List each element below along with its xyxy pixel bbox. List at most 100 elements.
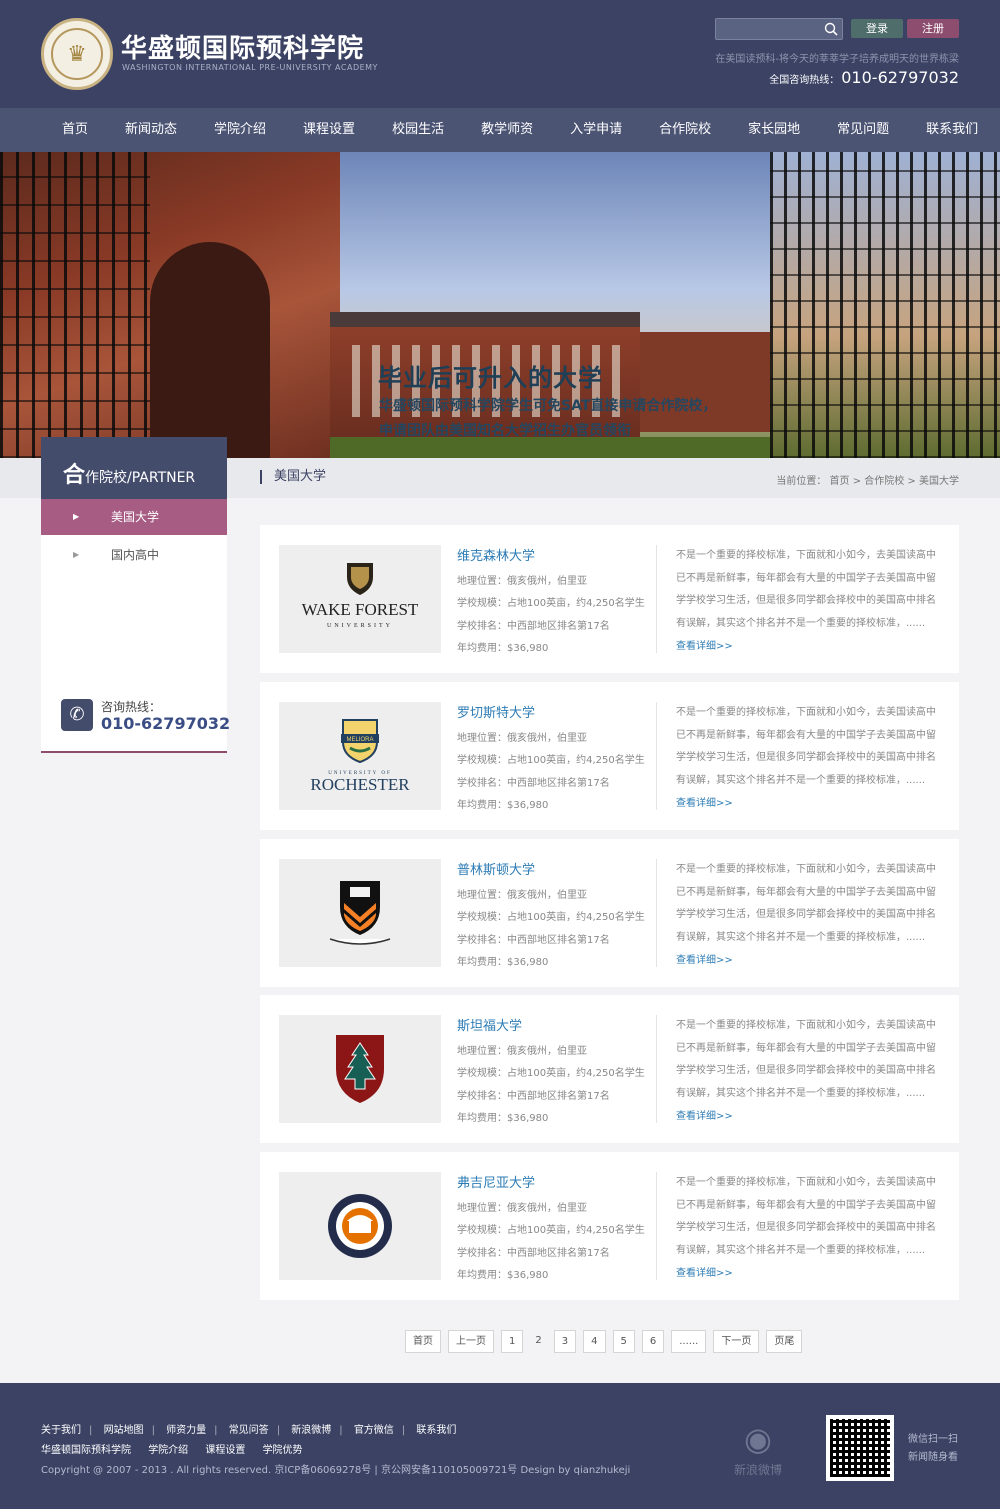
divider — [656, 545, 657, 653]
university-fee: 年均费用：$36,980 — [457, 1113, 549, 1124]
nav-courses[interactable]: 课程设置 — [285, 108, 374, 152]
university-rank: 学校排名：中西部地区排名第17名 — [457, 935, 610, 946]
university-description: 不是一个重要的择校标准，下面就和小如今，去美国读高中已不再是新鲜事，每年都会有大… — [676, 1177, 936, 1256]
sidebar-item-us-universities[interactable]: ▶ 美国大学 — [41, 499, 227, 535]
university-size: 学校规模：占地100英亩，约4,250名学生 — [457, 1225, 645, 1236]
view-details-link[interactable]: 查看详细>> — [676, 951, 733, 966]
banner-subtitle-2: 申请团队由美国知名大学招生办官员领衔 — [379, 423, 631, 439]
university-location: 地理位置：俄亥俄州，伯里亚 — [457, 733, 587, 744]
university-location: 地理位置：俄亥俄州，伯里亚 — [457, 576, 587, 587]
footer-link-wechat[interactable]: 官方微信 — [354, 1425, 394, 1436]
register-button[interactable]: 注册 — [907, 19, 959, 38]
crest-icon: ♛ — [51, 28, 103, 80]
university-fee: 年均费用：$36,980 — [457, 957, 549, 968]
university-name[interactable]: 弗吉尼亚大学 — [457, 1172, 535, 1191]
nav-faq[interactable]: 常见问题 — [819, 108, 908, 152]
stanford-logo[interactable] — [279, 1015, 441, 1123]
rochester-logo[interactable]: MELIORA UNIVERSITY OF ROCHESTER — [279, 702, 441, 810]
academy-seal-logo[interactable]: ♛ — [41, 18, 113, 90]
page-first[interactable]: 首页 — [405, 1330, 441, 1353]
nav-campus-life[interactable]: 校园生活 — [374, 108, 463, 152]
qr-caption-line1: 微信扫一扫 — [908, 1434, 958, 1445]
nav-home[interactable]: 首页 — [40, 108, 107, 152]
view-details-link[interactable]: 查看详细>> — [676, 637, 733, 652]
nav-partners[interactable]: 合作院校 — [641, 108, 730, 152]
breadcrumb[interactable]: 当前位置： 首页 > 合作院校 > 美国大学 — [776, 472, 959, 487]
view-details-link[interactable]: 查看详细>> — [676, 1264, 733, 1279]
sidebar-item-domestic-high-schools[interactable]: ▶ 国内高中 — [41, 537, 227, 573]
nav-faculty[interactable]: 教学师资 — [463, 108, 552, 152]
page-1[interactable]: 1 — [501, 1330, 524, 1353]
search-input[interactable] — [715, 18, 843, 40]
nav-about[interactable]: 学院介绍 — [196, 108, 285, 152]
copyright: Copyright @ 2007 - 2013 . All rights res… — [41, 1465, 631, 1476]
svg-text:MELIORA: MELIORA — [346, 737, 373, 743]
footer-link-faculty[interactable]: 师资力量 — [166, 1425, 206, 1436]
header-hotline: 全国咨询热线： 010-62797032 — [769, 68, 959, 87]
nav-admission[interactable]: 入学申请 — [552, 108, 641, 152]
wake-forest-logo[interactable]: WAKE FOREST UNIVERSITY — [279, 545, 441, 653]
sidebar-item-label: 国内高中 — [111, 548, 160, 562]
sidebar-heading-initial: 合 — [63, 463, 86, 488]
university-name[interactable]: 维克森林大学 — [457, 545, 535, 564]
page-prev[interactable]: 上一页 — [448, 1330, 494, 1353]
slogan: 在美国读预科-将今天的莘莘学子培养成明天的世界栋梁 — [715, 54, 959, 65]
page-next[interactable]: 下一页 — [713, 1330, 760, 1353]
sidebar-heading-text: 作院校/PARTNER — [85, 470, 196, 486]
hotline-number: 010-62797032 — [841, 68, 959, 87]
university-name[interactable]: 普林斯顿大学 — [457, 859, 535, 878]
phone-icon: ✆ — [61, 699, 93, 731]
weibo-link[interactable]: ◉ 新浪微博 — [728, 1421, 788, 1481]
footer-link-faq[interactable]: 常见问答 — [229, 1425, 269, 1436]
university-fee: 年均费用：$36,980 — [457, 800, 549, 811]
view-details-link[interactable]: 查看详细>> — [676, 794, 733, 809]
search-icon[interactable] — [824, 22, 838, 36]
footer-link-contact[interactable]: 联系我们 — [416, 1425, 456, 1436]
footer-link-courses[interactable]: 课程设置 — [205, 1445, 245, 1456]
archway-image — [150, 242, 270, 458]
site-header: ♛ 华盛顿国际预科学院 WASHINGTON INTERNATIONAL PRE… — [0, 0, 1000, 108]
page-6[interactable]: 6 — [641, 1330, 665, 1353]
hotline-label: 全国咨询热线： — [769, 75, 840, 86]
sidebar-phone-label: 咨询热线： — [101, 700, 162, 714]
divider — [656, 1172, 657, 1280]
university-name[interactable]: 罗切斯特大学 — [457, 702, 535, 721]
university-card: 斯坦福大学 地理位置：俄亥俄州，伯里亚 学校规模：占地100英亩，约4,250名… — [260, 995, 959, 1143]
pagination: 首页 上一页 1 2 3 4 5 6 ...... 下一页 页尾 — [405, 1330, 809, 1353]
university-card: 弗吉尼亚大学 地理位置：俄亥俄州，伯里亚 学校规模：占地100英亩，约4,250… — [260, 1152, 959, 1300]
page-4[interactable]: 4 — [583, 1330, 606, 1353]
virginia-logo[interactable] — [279, 1172, 441, 1280]
university-rank: 学校排名：中西部地区排名第17名 — [457, 1248, 610, 1259]
page-ellipsis[interactable]: ...... — [671, 1330, 707, 1353]
nav-contact[interactable]: 联系我们 — [908, 108, 997, 152]
footer-link-weibo[interactable]: 新浪微博 — [291, 1425, 331, 1436]
footer-link-sitemap[interactable]: 网站地图 — [104, 1425, 144, 1436]
footer-link-academy[interactable]: 华盛顿国际预科学院 — [41, 1445, 131, 1456]
page-5[interactable]: 5 — [612, 1330, 635, 1353]
university-location: 地理位置：俄亥俄州，伯里亚 — [457, 890, 587, 901]
university-rank: 学校排名：中西部地区排名第17名 — [457, 1091, 610, 1102]
princeton-logo[interactable] — [279, 859, 441, 967]
section-title: 美国大学 — [260, 470, 326, 484]
footer-link-intro[interactable]: 学院介绍 — [148, 1445, 188, 1456]
qr-caption: 微信扫一扫 新闻随身看 — [908, 1431, 958, 1467]
divider — [656, 1015, 657, 1123]
iron-gate-left-image — [0, 152, 150, 458]
footer-link-about[interactable]: 关于我们 — [41, 1425, 81, 1436]
nav-news[interactable]: 新闻动态 — [107, 108, 196, 152]
university-description: 不是一个重要的择校标准，下面就和小如今，去美国读高中已不再是新鲜事，每年都会有大… — [676, 864, 936, 943]
qr-caption-line2: 新闻随身看 — [908, 1452, 958, 1463]
login-button[interactable]: 登录 — [851, 19, 903, 38]
university-card: MELIORA UNIVERSITY OF ROCHESTER 罗切斯特大学 地… — [260, 682, 959, 830]
footer-link-advantages[interactable]: 学院优势 — [263, 1445, 303, 1456]
university-description: 不是一个重要的择校标准，下面就和小如今，去美国读高中已不再是新鲜事，每年都会有大… — [676, 1020, 936, 1099]
view-details-link[interactable]: 查看详细>> — [676, 1107, 733, 1122]
hero-banner: 毕业后可升入的大学 华盛顿国际预科学院学生可免SAT直接申请合作院校， 申请团队… — [0, 152, 1000, 458]
triangle-right-icon: ▶ — [73, 550, 80, 559]
page-3[interactable]: 3 — [553, 1330, 577, 1353]
breadcrumb-bar: 美国大学 当前位置： 首页 > 合作院校 > 美国大学 — [0, 458, 1000, 498]
page-last[interactable]: 页尾 — [766, 1330, 803, 1353]
nav-parents[interactable]: 家长园地 — [730, 108, 819, 152]
site-title[interactable]: 华盛顿国际预科学院 — [121, 28, 364, 65]
university-name[interactable]: 斯坦福大学 — [457, 1015, 522, 1034]
